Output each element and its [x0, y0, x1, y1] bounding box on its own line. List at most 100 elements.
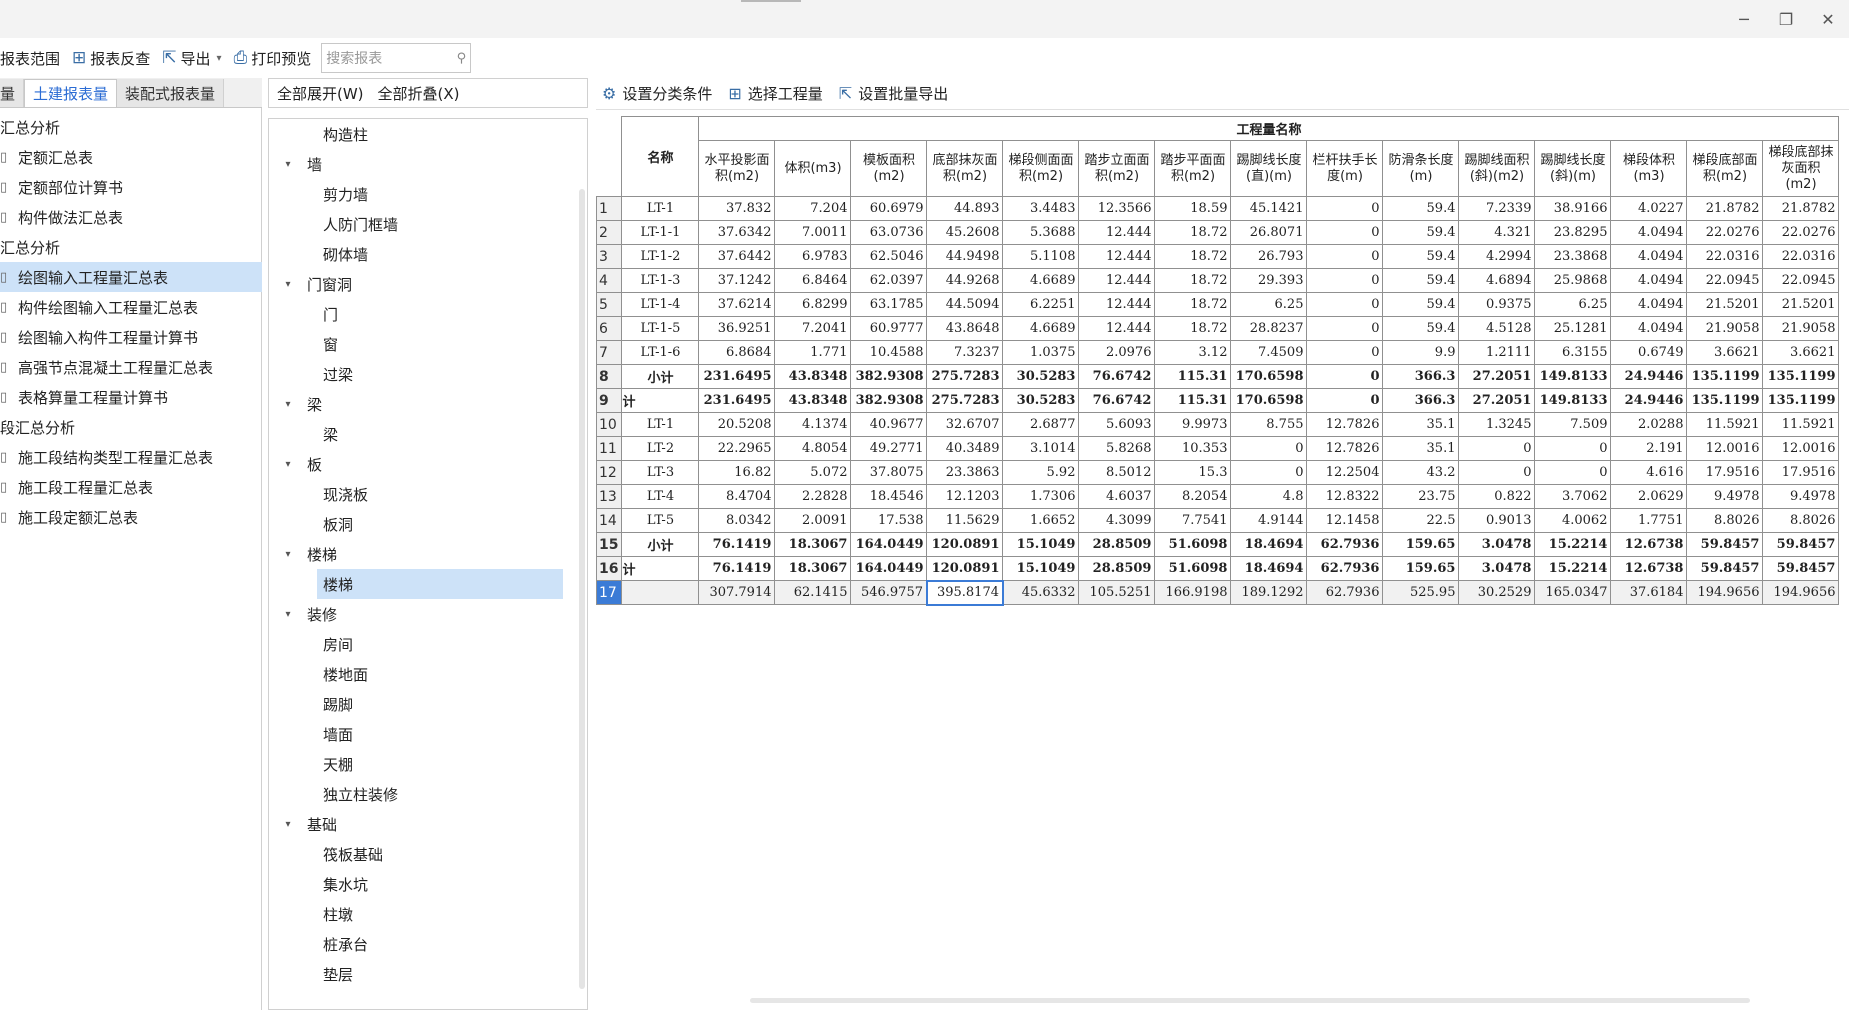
value-cell[interactable]: 12.444 [1078, 316, 1156, 341]
search-icon[interactable]: ⚲ [457, 51, 467, 66]
component-type[interactable]: 剪力墙 [269, 179, 579, 209]
value-cell[interactable]: 0 [1306, 340, 1384, 365]
row-number[interactable]: 12 [595, 460, 623, 485]
report-item[interactable]: ▯ 定额部位计算书 [0, 172, 262, 202]
value-cell[interactable]: 18.4546 [850, 484, 928, 509]
value-cell[interactable]: 159.65 [1382, 532, 1460, 557]
value-cell[interactable]: 525.95 [1382, 580, 1460, 605]
value-cell[interactable]: 26.8071 [1230, 220, 1308, 245]
value-cell[interactable]: 2.6877 [1002, 412, 1080, 437]
report-item[interactable]: ▯ 绘图输入工程量汇总表 [0, 262, 262, 292]
expand-all-button[interactable]: 全部展开(W) [277, 83, 364, 104]
value-cell[interactable]: 2.191 [1610, 436, 1688, 461]
value-cell[interactable]: 8.8026 [1686, 508, 1764, 533]
row-number[interactable]: 13 [595, 484, 623, 509]
name-cell[interactable]: 计 [621, 556, 700, 581]
value-cell[interactable]: 1.2111 [1458, 340, 1536, 365]
value-cell[interactable]: 62.0397 [850, 268, 928, 293]
value-cell[interactable]: 45.2608 [926, 220, 1004, 245]
value-cell[interactable]: 22.0276 [1686, 220, 1764, 245]
set-classification-button[interactable]: ⚙ 设置分类条件 [602, 83, 712, 104]
value-cell[interactable]: 36.9251 [698, 316, 776, 341]
value-cell[interactable]: 0 [1230, 460, 1308, 485]
value-cell[interactable]: 43.2 [1382, 460, 1460, 485]
component-type[interactable]: 现浇板 [269, 479, 579, 509]
name-cell[interactable]: LT-1-6 [621, 340, 700, 365]
row-number[interactable]: 6 [595, 316, 623, 341]
row-number[interactable]: 5 [595, 292, 623, 317]
value-cell[interactable]: 6.8299 [774, 292, 852, 317]
value-cell[interactable]: 5.6093 [1078, 412, 1156, 437]
collapse-arrow-icon[interactable]: ▾ [279, 159, 297, 170]
value-cell[interactable]: 3.4483 [1002, 196, 1080, 221]
value-cell[interactable]: 0 [1458, 436, 1536, 461]
name-cell[interactable] [621, 580, 700, 605]
component-type[interactable]: 集水坑 [269, 869, 579, 899]
row-number[interactable]: 17 [595, 580, 623, 605]
component-category[interactable]: ▾ 装修 [269, 599, 579, 629]
report-search-input[interactable]: 搜索报表 ⚲ [321, 43, 472, 73]
value-cell[interactable]: 12.1458 [1306, 508, 1384, 533]
row-number[interactable]: 8 [595, 364, 623, 389]
tab-civil-report[interactable]: 土建报表量 [24, 79, 118, 107]
value-cell[interactable]: 12.444 [1078, 244, 1156, 269]
value-cell[interactable]: 32.6707 [926, 412, 1004, 437]
value-cell[interactable]: 18.59 [1154, 196, 1232, 221]
name-cell[interactable]: LT-1-4 [621, 292, 700, 317]
value-cell[interactable]: 15.2214 [1534, 532, 1612, 557]
value-cell[interactable]: 4.0494 [1610, 316, 1688, 341]
value-cell[interactable]: 4.9144 [1230, 508, 1308, 533]
value-cell[interactable]: 59.8457 [1686, 532, 1764, 557]
value-cell[interactable]: 18.3067 [774, 556, 852, 581]
row-number[interactable]: 9 [595, 388, 623, 413]
value-cell[interactable]: 6.2251 [1002, 292, 1080, 317]
value-cell[interactable]: 12.0016 [1686, 436, 1764, 461]
value-cell[interactable]: 4.6894 [1458, 268, 1536, 293]
value-cell[interactable]: 0 [1534, 460, 1612, 485]
value-cell[interactable]: 22.5 [1382, 508, 1460, 533]
value-cell[interactable]: 3.12 [1154, 340, 1232, 365]
value-cell[interactable]: 29.393 [1230, 268, 1308, 293]
component-type[interactable]: 门 [269, 299, 579, 329]
value-cell[interactable]: 3.0478 [1458, 532, 1536, 557]
value-cell[interactable]: 6.8464 [774, 268, 852, 293]
value-cell[interactable]: 7.509 [1534, 412, 1612, 437]
value-cell[interactable]: 307.7914 [698, 580, 776, 605]
value-cell[interactable]: 23.75 [1382, 484, 1460, 509]
component-type[interactable]: 踢脚 [269, 689, 579, 719]
component-type[interactable]: 独立柱装修 [269, 779, 579, 809]
value-cell[interactable]: 28.8509 [1078, 556, 1156, 581]
value-cell[interactable]: 546.9757 [850, 580, 928, 605]
value-cell[interactable]: 166.9198 [1154, 580, 1232, 605]
value-cell[interactable]: 7.204 [774, 196, 852, 221]
value-cell[interactable]: 10.4588 [850, 340, 928, 365]
value-cell[interactable]: 4.6689 [1002, 316, 1080, 341]
value-cell[interactable]: 30.2529 [1458, 580, 1536, 605]
value-cell[interactable]: 12.3566 [1078, 196, 1156, 221]
value-cell[interactable]: 5.072 [774, 460, 852, 485]
value-cell[interactable]: 7.2339 [1458, 196, 1536, 221]
component-category[interactable]: ▾ 板 [269, 449, 579, 479]
report-group[interactable]: 汇总分析 [0, 112, 262, 142]
value-cell[interactable]: 21.8782 [1762, 196, 1840, 221]
value-cell[interactable]: 18.4694 [1230, 556, 1308, 581]
collapse-arrow-icon[interactable]: ▾ [279, 459, 297, 470]
value-cell[interactable]: 0 [1534, 436, 1612, 461]
value-cell[interactable]: 30.5283 [1002, 388, 1080, 413]
value-cell[interactable]: 59.4 [1382, 292, 1460, 317]
close-icon[interactable]: ✕ [1807, 0, 1849, 38]
value-cell[interactable]: 22.0276 [1762, 220, 1840, 245]
value-cell[interactable]: 25.9868 [1534, 268, 1612, 293]
value-cell[interactable]: 23.8295 [1534, 220, 1612, 245]
name-cell[interactable]: 小计 [621, 532, 700, 557]
value-cell[interactable]: 4.321 [1458, 220, 1536, 245]
value-cell[interactable]: 59.8457 [1762, 532, 1840, 557]
report-scope-button[interactable]: 报表范围 [0, 42, 66, 74]
component-type[interactable]: 构造柱 [269, 119, 579, 149]
collapse-arrow-icon[interactable]: ▾ [279, 279, 297, 290]
value-cell[interactable]: 135.1199 [1686, 388, 1764, 413]
value-cell[interactable]: 21.5201 [1762, 292, 1840, 317]
row-number[interactable]: 15 [595, 532, 623, 557]
value-cell[interactable]: 1.771 [774, 340, 852, 365]
value-cell[interactable]: 37.6184 [1610, 580, 1688, 605]
